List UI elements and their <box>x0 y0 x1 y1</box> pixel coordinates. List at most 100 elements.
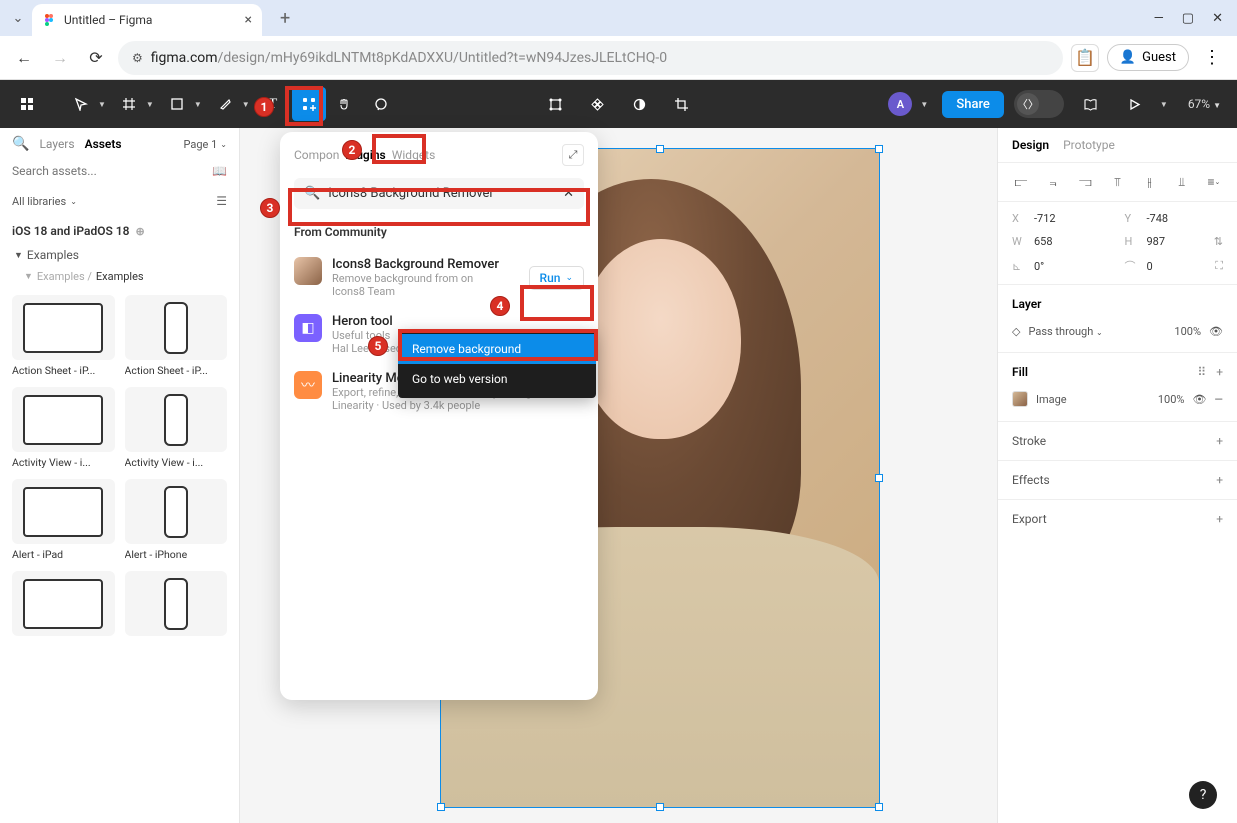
align-hcenter-icon[interactable]: ⫬ <box>1044 173 1062 191</box>
nav-back-icon[interactable]: ← <box>10 44 38 72</box>
book-icon[interactable]: 📖 <box>212 164 227 178</box>
rotation-input[interactable]: 0° <box>1034 260 1044 273</box>
shape-tool-icon[interactable] <box>160 87 194 121</box>
present-icon[interactable] <box>1118 87 1152 121</box>
nav-forward-icon[interactable]: → <box>46 44 74 72</box>
chevron-down-icon[interactable]: ▼ <box>920 100 928 109</box>
window-minimize-icon[interactable]: — <box>1154 11 1164 26</box>
design-tab[interactable]: Design <box>1012 138 1049 152</box>
browser-menu-icon[interactable]: ⋮ <box>1197 47 1227 68</box>
window-close-icon[interactable]: ✕ <box>1212 11 1223 26</box>
remove-fill-icon[interactable]: — <box>1214 393 1223 406</box>
profile-guest-button[interactable]: 👤 Guest <box>1107 44 1189 71</box>
comment-tool-icon[interactable] <box>364 87 398 121</box>
add-fill-icon[interactable]: + <box>1216 365 1223 379</box>
clear-search-icon[interactable]: ✕ <box>563 186 574 201</box>
fill-type[interactable]: Image <box>1036 393 1067 406</box>
tree-item-examples[interactable]: ▼Examples <box>0 244 239 266</box>
independent-corners-icon[interactable]: ⛶ <box>1215 259 1223 273</box>
frame-tool-icon[interactable] <box>112 87 146 121</box>
search-assets-input[interactable] <box>12 164 206 178</box>
align-left-icon[interactable]: ⫍ <box>1012 173 1030 191</box>
edit-object-icon[interactable] <box>539 87 573 121</box>
resize-handle[interactable] <box>656 803 664 811</box>
move-tool-icon[interactable] <box>64 87 98 121</box>
crop-icon[interactable] <box>665 87 699 121</box>
assets-tab[interactable]: Assets <box>85 137 122 151</box>
asset-item[interactable] <box>12 571 115 640</box>
prototype-tab[interactable]: Prototype <box>1063 138 1115 152</box>
search-icon[interactable]: 🔍 <box>12 136 29 152</box>
figma-menu-icon[interactable] <box>10 87 44 121</box>
tab-close-icon[interactable]: × <box>245 12 252 28</box>
add-stroke-icon[interactable]: + <box>1216 434 1223 448</box>
menu-item-web-version[interactable]: Go to web version <box>398 364 596 394</box>
pen-tool-icon[interactable] <box>208 87 242 121</box>
chevron-down-icon[interactable]: ▼ <box>146 100 154 109</box>
plugin-search-input[interactable]: 🔍 Icons8 Background Remover ✕ <box>294 178 584 209</box>
dev-mode-toggle[interactable]: 〈〉 <box>1014 90 1064 118</box>
asset-item[interactable]: Activity View - i... <box>12 387 115 469</box>
chevron-down-icon[interactable]: ▼ <box>242 100 250 109</box>
browser-tab[interactable]: Untitled – Figma × <box>32 4 262 36</box>
asset-item[interactable] <box>125 571 228 640</box>
fill-opacity[interactable]: 100% <box>1158 393 1185 406</box>
visibility-icon[interactable]: 👁 <box>1209 325 1223 338</box>
y-input[interactable]: -748 <box>1147 212 1169 225</box>
add-effect-icon[interactable]: + <box>1216 473 1223 487</box>
mask-icon[interactable] <box>623 87 657 121</box>
asset-item[interactable]: Action Sheet - iP... <box>12 295 115 377</box>
kit-title[interactable]: iOS 18 and iPadOS 18 ⊕ <box>0 214 239 244</box>
resources-tool-icon[interactable] <box>292 87 326 121</box>
resize-handle[interactable] <box>875 145 883 153</box>
chevron-down-icon[interactable]: ▼ <box>1160 100 1168 109</box>
chevron-down-icon[interactable]: ▼ <box>98 100 106 109</box>
blend-icon[interactable]: ◇ <box>1012 325 1020 338</box>
corner-radius-input[interactable]: 0 <box>1147 260 1153 273</box>
widgets-tab[interactable]: Widgets <box>392 148 436 162</box>
layer-opacity[interactable]: 100% <box>1174 325 1201 338</box>
site-settings-icon[interactable]: ⚙ <box>132 51 143 65</box>
resize-handle[interactable] <box>656 145 664 153</box>
resize-handle[interactable] <box>875 474 883 482</box>
asset-item[interactable]: Activity View - i... <box>125 387 228 469</box>
align-right-icon[interactable]: ⫎ <box>1076 173 1094 191</box>
new-tab-button[interactable]: + <box>274 8 296 29</box>
layers-tab[interactable]: Layers <box>39 137 74 151</box>
asset-item[interactable]: Action Sheet - iP... <box>125 295 228 377</box>
align-bottom-icon[interactable]: ⫫ <box>1173 173 1191 191</box>
user-avatar[interactable]: A <box>888 92 912 116</box>
chevron-down-icon[interactable]: ▼ <box>194 100 202 109</box>
link-wh-icon[interactable]: ⇅ <box>1214 235 1223 248</box>
asset-item[interactable]: Alert - iPad <box>12 479 115 561</box>
fill-swatch[interactable] <box>1012 391 1028 407</box>
x-input[interactable]: -712 <box>1034 212 1056 225</box>
clipboard-icon[interactable]: 📋 <box>1071 44 1099 72</box>
share-button[interactable]: Share <box>942 91 1004 118</box>
align-top-icon[interactable]: ⫪ <box>1108 173 1126 191</box>
nav-reload-icon[interactable]: ⟳ <box>82 44 110 72</box>
components-tab[interactable]: Compon <box>294 148 339 162</box>
asset-item[interactable]: Alert - iPhone <box>125 479 228 561</box>
window-maximize-icon[interactable]: ▢ <box>1182 11 1194 26</box>
breadcrumb[interactable]: ▼Examples / Examples <box>0 266 239 287</box>
library-selector[interactable]: All libraries ⌄ <box>12 195 77 208</box>
distribute-icon[interactable]: ≡⌄ <box>1205 173 1223 191</box>
zoom-level[interactable]: 67% ▼ <box>1182 97 1227 111</box>
tab-menu-chevron[interactable]: ⌄ <box>4 4 32 32</box>
help-button[interactable]: ? <box>1189 781 1217 809</box>
page-selector[interactable]: Page 1 ⌄ <box>184 138 228 151</box>
add-export-icon[interactable]: + <box>1216 512 1223 526</box>
library-icon[interactable] <box>1074 87 1108 121</box>
align-vcenter-icon[interactable]: ⫲ <box>1141 173 1159 191</box>
run-plugin-button[interactable]: Run ⌄ <box>529 266 584 290</box>
w-input[interactable]: 658 <box>1034 235 1053 248</box>
styles-icon[interactable]: ⠿ <box>1197 365 1206 379</box>
hand-tool-icon[interactable] <box>328 87 362 121</box>
component-icon[interactable] <box>581 87 615 121</box>
resize-handle[interactable] <box>437 803 445 811</box>
resize-handle[interactable] <box>875 803 883 811</box>
visibility-icon[interactable]: 👁 <box>1192 393 1206 406</box>
expand-panel-icon[interactable]: ⤢ <box>562 144 584 166</box>
menu-item-remove-bg[interactable]: Remove background <box>398 334 596 364</box>
